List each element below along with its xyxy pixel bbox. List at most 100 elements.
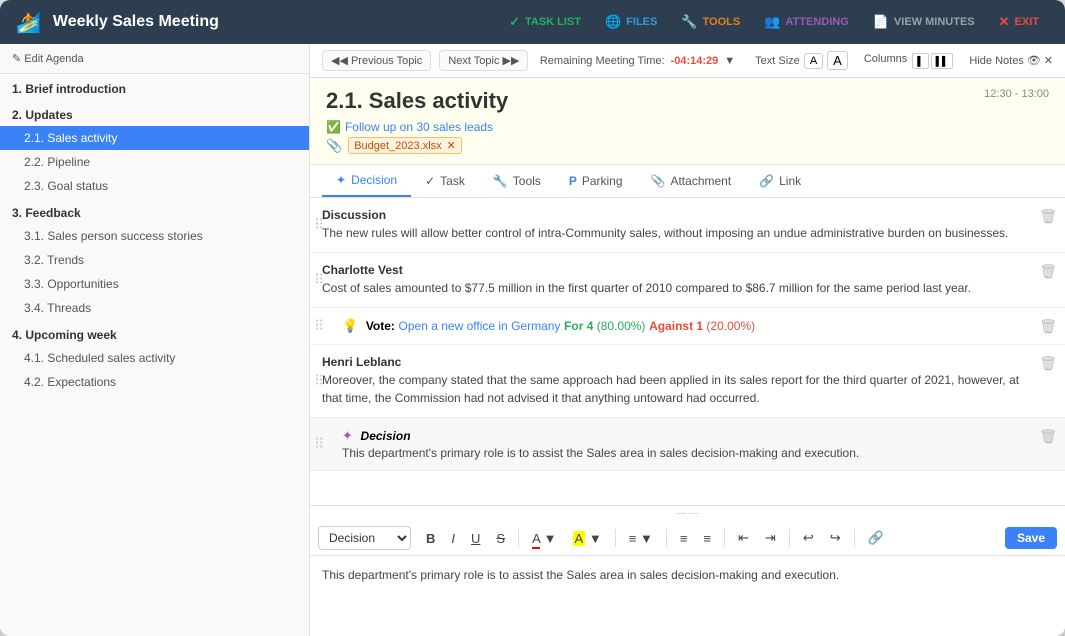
task-list-icon: ✓ xyxy=(509,14,520,30)
font-color-button[interactable]: A ▼ xyxy=(525,527,563,550)
sidebar-section-upcoming: 4. Upcoming week 4.1. Scheduled sales ac… xyxy=(0,320,309,394)
sidebar-item-success-stories[interactable]: 3.1. Sales person success stories xyxy=(0,224,309,248)
items-area: ⠿ Discussion The new rules will allow be… xyxy=(310,198,1065,505)
align-icon: ≡ xyxy=(629,531,637,546)
budget-file-close-icon[interactable]: ✕ xyxy=(447,139,456,152)
delete-item-4-button[interactable]: 🗑 xyxy=(1039,355,1057,372)
sidebar-item-opportunities[interactable]: 3.3. Opportunities xyxy=(0,272,309,296)
prev-topic-button[interactable]: ◀◀ Previous Topic xyxy=(322,50,431,71)
sidebar-group-updates: 2. Updates xyxy=(0,100,309,126)
drag-handle-2[interactable]: ⠿ xyxy=(310,272,328,289)
toolbar-sep-5 xyxy=(789,529,790,547)
budget-file-tag[interactable]: Budget_2023.xlsx ✕ xyxy=(348,137,462,154)
sidebar-section-updates: 2. Updates 2.1. Sales activity 2.2. Pipe… xyxy=(0,100,309,198)
tab-task[interactable]: ✓ Task xyxy=(411,165,479,197)
top-bar: 🏄 Weekly Sales Meeting ✓ TASK LIST 🌐 FIL… xyxy=(0,0,1065,44)
tab-decision[interactable]: ✦ Decision xyxy=(322,165,411,197)
sidebar-item-sales-activity[interactable]: 2.1. Sales activity xyxy=(0,126,309,150)
tab-link[interactable]: 🔗 Link xyxy=(745,165,815,197)
next-topic-button[interactable]: Next Topic ▶▶ xyxy=(439,50,528,71)
sidebar-item-goal-status[interactable]: 2.3. Goal status xyxy=(0,174,309,198)
save-button[interactable]: Save xyxy=(1005,527,1057,549)
editor-area: — — Decision Discussion Task Vote B I U … xyxy=(310,505,1065,636)
action-tabs: ✦ Decision ✓ Task 🔧 Tools P Parking 📎 xyxy=(310,165,1065,198)
task-list-button[interactable]: ✓ TASK LIST xyxy=(499,9,591,35)
app-title: Weekly Sales Meeting xyxy=(53,13,487,31)
sidebar: ✎ Edit Agenda 1. Brief introduction 2. U… xyxy=(0,44,310,636)
highlight-icon: A xyxy=(573,531,586,546)
follow-up-text: Follow up on 30 sales leads xyxy=(345,120,493,134)
bullet-list-button[interactable]: ≡ xyxy=(673,527,695,550)
numbered-list-button[interactable]: ≡ xyxy=(696,527,718,550)
editor-resize-handle[interactable]: — — xyxy=(310,506,1065,521)
toolbar-sep-4 xyxy=(724,529,725,547)
decision-icon: ✦ xyxy=(342,428,353,443)
budget-file-name: Budget_2023.xlsx xyxy=(354,140,441,152)
sidebar-item-scheduled-activity[interactable]: 4.1. Scheduled sales activity xyxy=(0,346,309,370)
delete-item-5-button[interactable]: 🗑 xyxy=(1039,428,1057,445)
delete-item-3-button[interactable]: 🗑 xyxy=(1039,318,1057,335)
tab-attachment-label: Attachment xyxy=(670,174,731,188)
editor-type-select[interactable]: Decision Discussion Task Vote xyxy=(318,526,411,550)
strikethrough-button[interactable]: S xyxy=(489,527,512,550)
exit-button[interactable]: ✕ EXIT xyxy=(989,9,1049,35)
editor-toolbar: Decision Discussion Task Vote B I U S A … xyxy=(310,521,1065,556)
tab-tools[interactable]: 🔧 Tools xyxy=(479,165,555,197)
sidebar-item-trends[interactable]: 3.2. Trends xyxy=(0,248,309,272)
drag-handle-1[interactable]: ⠿ xyxy=(310,217,328,234)
editor-content[interactable]: This department's primary role is to ass… xyxy=(310,556,1065,636)
underline-button[interactable]: U xyxy=(464,527,487,550)
sidebar-item-pipeline[interactable]: 2.2. Pipeline xyxy=(0,150,309,174)
sidebar-item-threads[interactable]: 3.4. Threads xyxy=(0,296,309,320)
redo-button[interactable]: ↪ xyxy=(823,526,848,550)
attending-icon: 👥 xyxy=(764,14,780,30)
align-dropdown-icon: ▼ xyxy=(640,531,653,546)
vote-item-3: ⠿ 💡 Vote: Open a new office in Germany F… xyxy=(310,308,1065,345)
tools-button[interactable]: 🔧 TOOLS xyxy=(671,9,750,35)
columns-control: Columns ▌ ▌▌ xyxy=(864,53,954,69)
parking-tab-icon: P xyxy=(569,174,577,188)
drag-handle-5[interactable]: ⠿ xyxy=(310,436,328,453)
minutes-icon: 📄 xyxy=(873,14,889,30)
text-size-large-button[interactable]: A xyxy=(827,51,848,70)
view-minutes-button[interactable]: 📄 VIEW MINUTES xyxy=(863,9,985,35)
outdent-button[interactable]: ⇤ xyxy=(731,526,756,550)
remaining-label: Remaining Meeting Time: xyxy=(540,55,665,67)
topic-links: ✅ Follow up on 30 sales leads 📎 Budget_2… xyxy=(326,120,1049,154)
highlight-button[interactable]: A ▼ xyxy=(566,527,609,550)
attachment-icon: 📎 xyxy=(326,138,342,154)
files-button[interactable]: 🌐 FILES xyxy=(595,9,667,35)
drag-handle-4[interactable]: ⠿ xyxy=(310,373,328,390)
tools-icon: 🔧 xyxy=(681,14,697,30)
exit-label: EXIT xyxy=(1015,16,1039,28)
italic-button[interactable]: I xyxy=(444,527,462,550)
text-size-small-button[interactable]: A xyxy=(804,53,823,69)
tab-parking[interactable]: P Parking xyxy=(555,165,637,197)
delete-item-2-button[interactable]: 🗑 xyxy=(1039,263,1057,280)
tab-task-label: Task xyxy=(440,174,465,188)
item-text-4: Moreover, the company stated that the sa… xyxy=(322,371,1025,407)
hide-notes-button[interactable]: Hide Notes 👁 ✕ xyxy=(969,54,1053,67)
columns-1-button[interactable]: ▌ xyxy=(912,53,928,69)
delete-item-1-button[interactable]: 🗑 xyxy=(1039,208,1057,225)
columns-2-button[interactable]: ▌▌ xyxy=(931,53,954,69)
discussion-item-2: ⠿ Charlotte Vest Cost of sales amounted … xyxy=(310,253,1065,308)
time-dropdown-icon[interactable]: ▼ xyxy=(724,55,735,67)
vote-link[interactable]: Open a new office in Germany xyxy=(399,319,561,333)
tab-attachment[interactable]: 📎 Attachment xyxy=(637,165,746,197)
link-button[interactable]: 🔗 xyxy=(861,526,891,550)
edit-agenda-button[interactable]: ✎ Edit Agenda xyxy=(0,44,309,74)
undo-button[interactable]: ↩ xyxy=(796,526,821,550)
remaining-value: -04:14:29 xyxy=(671,55,719,67)
sidebar-item-expectations[interactable]: 4.2. Expectations xyxy=(0,370,309,394)
discussion-item-1: ⠿ Discussion The new rules will allow be… xyxy=(310,198,1065,253)
drag-handle-3[interactable]: ⠿ xyxy=(310,318,328,335)
indent-button[interactable]: ⇥ xyxy=(758,526,783,550)
bold-button[interactable]: B xyxy=(419,527,442,550)
item-author-1: Discussion xyxy=(322,208,1025,222)
follow-up-link[interactable]: ✅ Follow up on 30 sales leads xyxy=(326,120,1049,134)
align-button[interactable]: ≡ ▼ xyxy=(622,527,660,550)
item-text-1: The new rules will allow better control … xyxy=(322,224,1025,242)
sidebar-group-upcoming: 4. Upcoming week xyxy=(0,320,309,346)
attending-button[interactable]: 👥 ATTENDING xyxy=(754,9,859,35)
